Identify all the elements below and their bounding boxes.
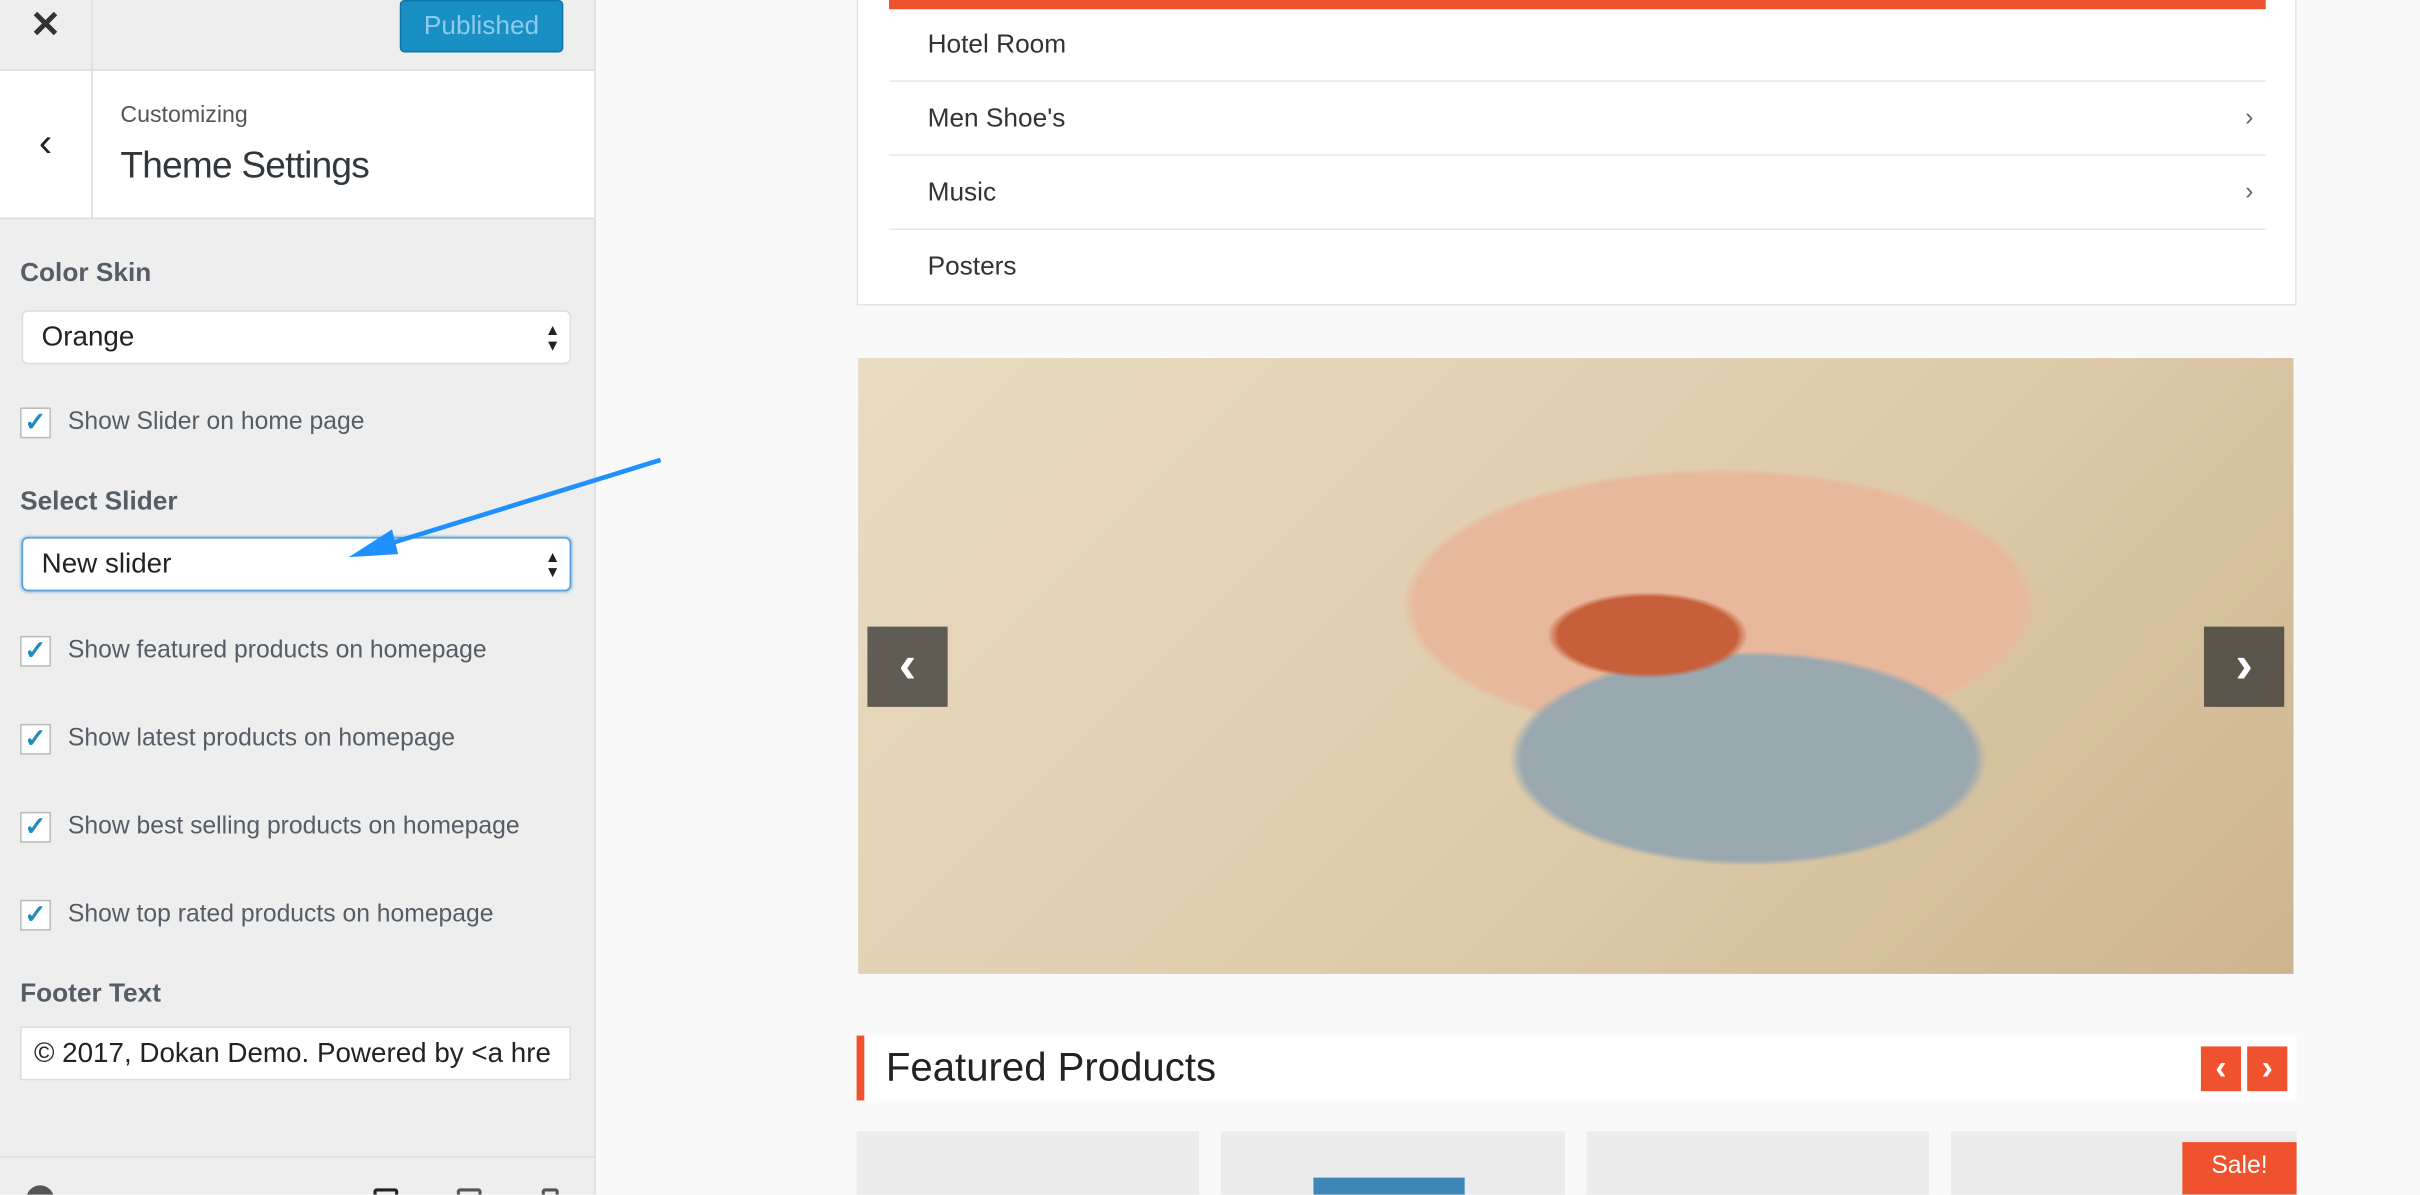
slider-prev-button[interactable]: ‹ xyxy=(867,626,948,707)
sale-badge: Sale! xyxy=(2182,1142,2297,1195)
product-card[interactable] xyxy=(1586,1131,1930,1195)
menu-item-men-shoes[interactable]: Men Shoe's › xyxy=(888,82,2266,156)
menu-item-hotel-room[interactable]: Hotel Room xyxy=(888,8,2266,82)
featured-next-button[interactable]: › xyxy=(2247,1046,2288,1092)
featured-prev-button[interactable]: ‹ xyxy=(2200,1046,2242,1092)
menu-item-label: Men Shoe's xyxy=(927,103,1066,133)
menu-item-music[interactable]: Music › xyxy=(888,156,2266,230)
menu-item-label: Music xyxy=(927,177,997,207)
featured-products-header: Featured Products ‹ › xyxy=(856,1035,2297,1101)
menu-item-label: Hotel Room xyxy=(927,29,1067,59)
product-card[interactable] xyxy=(1220,1131,1566,1195)
menu-item-label: Posters xyxy=(927,251,1017,281)
chevron-right-icon: › xyxy=(2245,104,2254,132)
menu-item-posters[interactable]: Posters xyxy=(889,230,2266,304)
product-card[interactable] xyxy=(856,1131,1200,1195)
chevron-right-icon: › xyxy=(2245,179,2254,206)
featured-products-title: Featured Products xyxy=(885,1043,1217,1090)
product-image xyxy=(1313,1177,1465,1195)
hero-slider-image: ‹ › xyxy=(858,358,2294,974)
slider-next-button[interactable]: › xyxy=(2203,626,2285,707)
category-menu: Hotel Room Men Shoe's › Music › Posters xyxy=(856,0,2297,306)
